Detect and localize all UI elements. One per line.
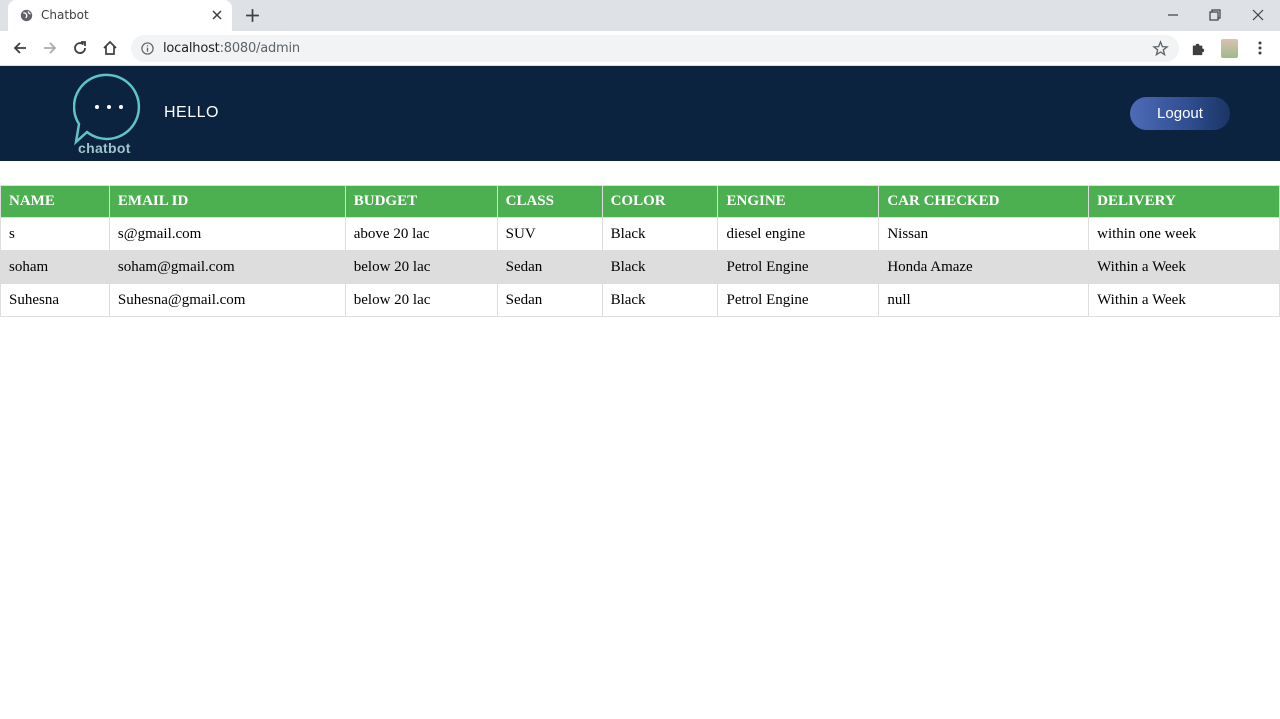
cell-name: s	[0, 217, 110, 251]
column-header-color: COLOR	[601, 185, 719, 218]
cell-car-checked: Honda Amaze	[878, 250, 1090, 284]
url-text: localhost:8080/admin	[163, 41, 300, 56]
cell-budget: above 20 lac	[344, 217, 498, 251]
back-icon[interactable]	[11, 39, 29, 57]
globe-icon	[20, 9, 33, 22]
cell-car-checked: null	[878, 283, 1090, 317]
url-host: localhost	[163, 41, 220, 56]
column-header-name: NAME	[0, 185, 110, 218]
cell-budget: below 20 lac	[344, 250, 498, 284]
cell-class: Sedan	[496, 283, 603, 317]
info-icon[interactable]	[141, 42, 154, 55]
cell-budget: below 20 lac	[344, 283, 498, 317]
app-header: chatbot HELLO Logout	[0, 66, 1280, 161]
cell-delivery: Within a Week	[1088, 250, 1280, 284]
cell-engine: diesel engine	[717, 217, 880, 251]
browser-tab[interactable]: Chatbot	[8, 0, 232, 31]
logo-text: chatbot	[78, 140, 131, 156]
forward-icon[interactable]	[41, 39, 59, 57]
cell-email: Suhesna@gmail.com	[108, 283, 346, 317]
more-menu-icon[interactable]	[1252, 40, 1268, 56]
column-header-engine: ENGINE	[717, 185, 880, 218]
column-header-email: EMAIL ID	[108, 185, 346, 218]
tab-title: Chatbot	[41, 8, 89, 22]
table-row: Suhesna Suhesna@gmail.com below 20 lac S…	[0, 283, 1280, 317]
logout-button[interactable]: Logout	[1130, 97, 1230, 130]
address-bar[interactable]: localhost:8080/admin	[131, 35, 1179, 62]
table-row: s s@gmail.com above 20 lac SUV Black die…	[0, 217, 1280, 251]
close-tab-icon[interactable]	[210, 8, 224, 22]
browser-tabstrip: Chatbot	[0, 0, 1280, 31]
cell-name: soham	[0, 250, 110, 284]
cell-class: SUV	[496, 217, 603, 251]
cell-class: Sedan	[496, 250, 603, 284]
greeting-text: HELLO	[164, 104, 219, 121]
cell-email: s@gmail.com	[108, 217, 346, 251]
restore-icon[interactable]	[1205, 5, 1225, 25]
home-icon[interactable]	[101, 39, 119, 57]
column-header-delivery: DELIVERY	[1088, 185, 1280, 218]
reload-icon[interactable]	[71, 39, 89, 57]
url-path: :8080/admin	[219, 41, 301, 56]
profile-avatar-icon[interactable]	[1221, 39, 1238, 58]
cell-color: Black	[601, 250, 719, 284]
cell-delivery: within one week	[1088, 217, 1280, 251]
browser-toolbar: localhost:8080/admin	[0, 31, 1280, 66]
table-header-row: NAME EMAIL ID BUDGET CLASS COLOR ENGINE …	[0, 185, 1280, 218]
cell-engine: Petrol Engine	[717, 283, 880, 317]
new-tab-icon[interactable]	[244, 7, 261, 24]
cell-engine: Petrol Engine	[717, 250, 880, 284]
table-row: soham soham@gmail.com below 20 lac Sedan…	[0, 250, 1280, 284]
admin-data-table: NAME EMAIL ID BUDGET CLASS COLOR ENGINE …	[0, 185, 1280, 317]
column-header-class: CLASS	[496, 185, 603, 218]
close-window-icon[interactable]	[1248, 5, 1268, 25]
cell-name: Suhesna	[0, 283, 110, 317]
cell-color: Black	[601, 217, 719, 251]
cell-car-checked: Nissan	[878, 217, 1090, 251]
column-header-budget: BUDGET	[344, 185, 498, 218]
extensions-puzzle-icon[interactable]	[1190, 40, 1207, 57]
minimize-icon[interactable]	[1163, 5, 1183, 25]
cell-email: soham@gmail.com	[108, 250, 346, 284]
bookmark-star-icon[interactable]	[1152, 40, 1169, 57]
column-header-car-checked: CAR CHECKED	[878, 185, 1090, 218]
cell-color: Black	[601, 283, 719, 317]
cell-delivery: Within a Week	[1088, 283, 1280, 317]
